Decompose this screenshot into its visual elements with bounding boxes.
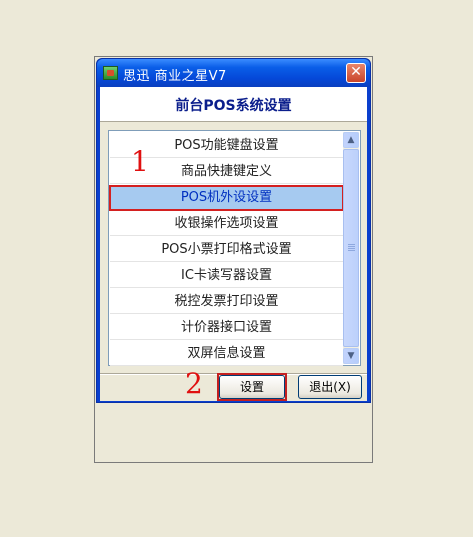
pos-settings-dialog: 思迅 商业之星V7 ✕ 前台POS系统设置 POS功能键盘设置 商品快捷键定义 PO… (96, 58, 371, 403)
dialog-header: 前台POS系统设置 (100, 87, 367, 122)
scroll-up-button[interactable]: ▲ (343, 132, 359, 148)
page-title: 前台POS系统设置 (175, 98, 292, 114)
list-item[interactable]: IC卡读写器设置 (110, 264, 343, 288)
chevron-up-icon: ▲ (347, 135, 355, 145)
step-2-annotation: 2 (185, 367, 203, 400)
list-item[interactable]: 税控发票打印设置 (110, 290, 343, 314)
close-icon: ✕ (350, 64, 362, 80)
dialog-client-area: 前台POS系统设置 POS功能键盘设置 商品快捷键定义 POS机外设设置 收银操作选项… (100, 87, 367, 401)
list-item[interactable]: 收银操作选项设置 (110, 212, 343, 236)
list-item[interactable]: POS机外设设置 (109, 185, 344, 211)
scroll-down-button[interactable]: ▼ (343, 348, 359, 364)
exit-button[interactable]: 退出(X) (298, 375, 362, 399)
scroll-thumb[interactable] (343, 149, 359, 347)
list-item[interactable]: POS小票打印格式设置 (110, 238, 343, 262)
grip-icon (348, 244, 355, 252)
settings-button[interactable]: 设置 (219, 375, 285, 399)
app-icon (103, 66, 118, 80)
title-bar[interactable]: 思迅 商业之星V7 ✕ (97, 59, 370, 87)
list-item[interactable]: 计价器接口设置 (110, 316, 343, 340)
chevron-down-icon: ▼ (347, 351, 355, 361)
list-item[interactable]: 双屏信息设置 (110, 342, 343, 366)
window-title: 思迅 商业之星V7 (123, 69, 227, 84)
step-1-annotation: 1 (131, 145, 149, 178)
vertical-scrollbar[interactable]: ▲ ▼ (343, 132, 359, 364)
close-button[interactable]: ✕ (346, 63, 366, 83)
